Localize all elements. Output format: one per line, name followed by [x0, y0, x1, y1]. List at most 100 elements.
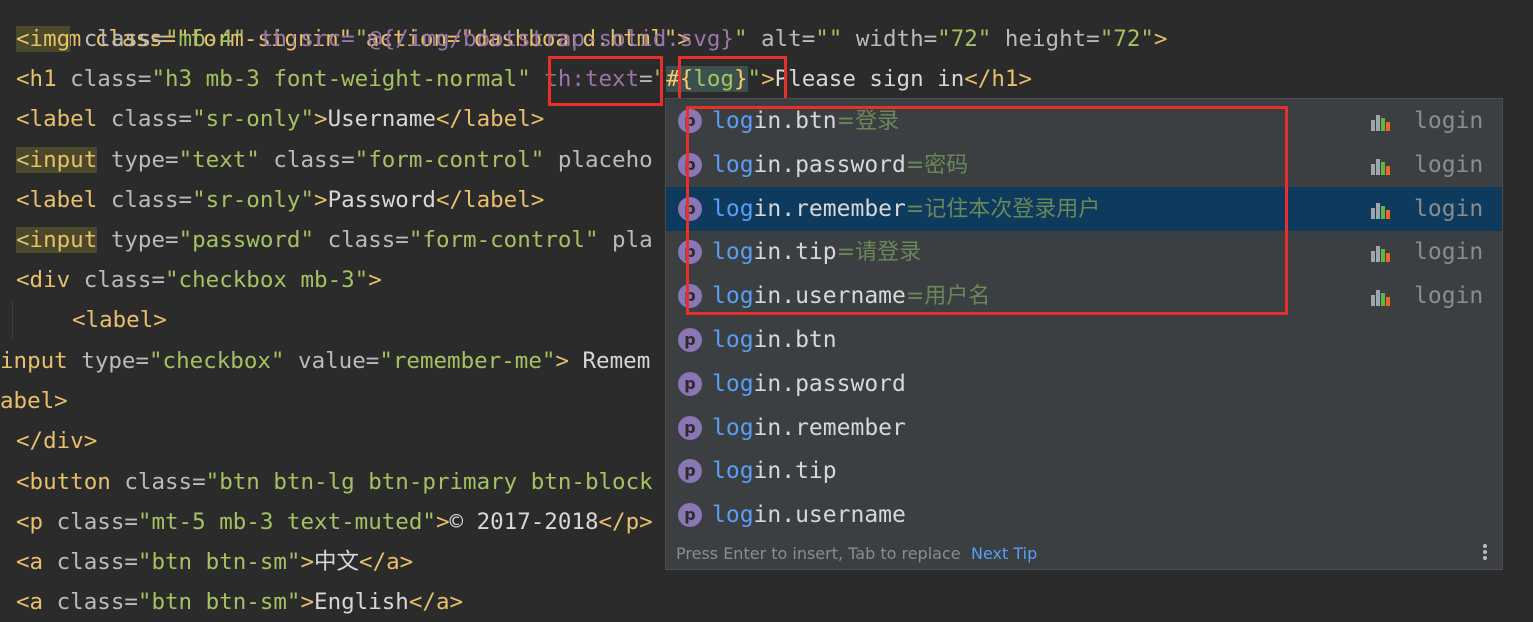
popup-footer: Press Enter to insert, Tab to replace Ne…	[666, 539, 1502, 569]
code-line: <h1 class="h3 mb-3 font-weight-normal" t…	[16, 59, 1032, 99]
code-line: <input type="text" class="form-control" …	[16, 140, 653, 180]
suggestion-label: login.tip	[712, 449, 837, 494]
rest-text: in.remember	[753, 414, 906, 441]
rest-text: in.tip	[753, 458, 837, 485]
properties-file-icon	[1371, 115, 1390, 131]
code-line: input type="checkbox" value="remember-me…	[0, 341, 650, 381]
tag-gt: >	[555, 348, 569, 374]
attr-value: "form-control"	[354, 147, 545, 173]
match-text: log	[712, 414, 754, 441]
property-icon: p	[678, 503, 702, 528]
attr-value: "btn btn-sm"	[137, 549, 301, 575]
attr-name: class=	[70, 267, 166, 293]
code-line: <p class="mt-5 mb-3 text-muted">© 2017-2…	[16, 502, 653, 542]
tag-gt: >	[300, 589, 315, 615]
suggestion-item[interactable]: p login.btn	[666, 318, 1502, 362]
code-line: <input type="password" class="form-contr…	[16, 220, 653, 260]
properties-file-icon	[1371, 290, 1390, 307]
tag-label-close: abel>	[0, 388, 68, 414]
attr-name: class=	[97, 187, 193, 213]
suggestion-label: login.password	[712, 362, 906, 407]
attr-value: "mt-5 mb-3 text-muted"	[137, 509, 436, 535]
attr-value: "form-control"	[408, 227, 599, 253]
tag-input: <input	[16, 227, 98, 253]
suggestion-item[interactable]: p login.username	[666, 493, 1502, 537]
tag-close: >	[1153, 26, 1168, 52]
property-icon: p	[678, 371, 702, 396]
code-line: <button class="btn btn-lg btn-primary bt…	[16, 462, 653, 502]
text-content: Remem	[568, 348, 651, 374]
tag-label: <label	[16, 187, 98, 213]
suggestion-source: login	[1414, 283, 1484, 310]
tag-close: </label>	[435, 106, 545, 132]
tag-div: <div	[16, 267, 71, 293]
attr-name: th:src=	[246, 26, 355, 52]
more-options-icon[interactable]	[1476, 542, 1494, 566]
link-expression: @{/img/bootstrap-solid.svg}	[368, 26, 734, 52]
attr-name: class=	[43, 589, 138, 615]
attr-name: class=	[97, 106, 193, 132]
attr-value: "mb-4"	[165, 26, 247, 52]
indent-guide	[12, 300, 13, 340]
code-line: <label>	[72, 300, 167, 340]
tag-gt: >	[368, 267, 382, 293]
code-line: <a class="btn btn-sm">中文</a>	[16, 542, 413, 582]
attr-value: "password"	[178, 227, 315, 253]
attr-value: "btn btn-lg btn-primary btn-block	[205, 469, 653, 495]
suggestion-source: login	[1414, 239, 1484, 266]
tag-label: <label>	[72, 307, 167, 333]
highlight-box-expression	[678, 56, 787, 102]
code-line: <label class="sr-only">Username</label>	[16, 99, 544, 139]
attr-name: width=	[842, 26, 938, 52]
tag-input: input	[0, 348, 68, 374]
next-tip-link[interactable]: Next Tip	[971, 539, 1037, 569]
match-text: log	[712, 327, 754, 353]
attr-value: "sr-only"	[192, 106, 315, 132]
match-text: log	[712, 458, 754, 485]
attr-value: "72"	[1099, 26, 1154, 52]
properties-file-icon	[1371, 202, 1390, 219]
suggestion-item[interactable]: p login.tip	[666, 449, 1502, 493]
tag-label: <label	[16, 106, 98, 132]
rest-text: in.btn	[753, 327, 837, 353]
tag-button: <button	[16, 469, 111, 495]
suggestion-label: login.remember	[712, 406, 906, 451]
suggestion-item[interactable]: p login.password	[666, 362, 1502, 406]
tag-close: </a>	[408, 589, 464, 615]
code-line: abel>	[0, 381, 68, 421]
attr-value: "checkbox"	[149, 348, 285, 374]
attr-value: ""	[815, 26, 843, 52]
attr-value: "checkbox mb-3"	[165, 267, 369, 293]
suggestion-item[interactable]: p login.remember	[666, 406, 1502, 450]
suggestion-source: login	[1414, 195, 1484, 222]
attr-value: "h3 mb-3 font-weight-normal"	[151, 66, 531, 92]
tag-close: </h1>	[964, 66, 1032, 92]
attr-name: alt=	[747, 26, 816, 52]
suggestion-source: login	[1414, 151, 1484, 178]
attr-value: "text"	[178, 147, 260, 173]
property-icon: p	[678, 459, 702, 484]
attr-name: class=	[70, 26, 166, 52]
suggestion-label: login.btn	[712, 318, 837, 363]
tag-gt: >	[314, 106, 328, 132]
tag-gt: >	[300, 549, 315, 575]
attr-value: "sr-only"	[192, 187, 315, 213]
tag-close: </a>	[359, 549, 414, 575]
attr-name: height=	[991, 26, 1100, 52]
attr-name: type=	[67, 348, 150, 374]
attr-name: class=	[56, 66, 152, 92]
tag-input: <input	[16, 147, 98, 173]
tag-a: <a	[16, 549, 44, 575]
text-content: Password	[327, 187, 436, 213]
attr-name: class=	[314, 227, 409, 253]
rest-text: in.username	[753, 502, 906, 529]
property-icon: p	[678, 328, 702, 352]
text-content: 中文	[314, 549, 360, 575]
text-content: Please sign in	[774, 66, 965, 92]
attr-name: type=	[97, 147, 179, 173]
code-line: </div>	[16, 421, 97, 461]
attr-name: class=	[43, 509, 138, 535]
footer-hint: Press Enter to insert, Tab to replace	[676, 544, 961, 563]
tag-p: <p	[16, 509, 44, 535]
